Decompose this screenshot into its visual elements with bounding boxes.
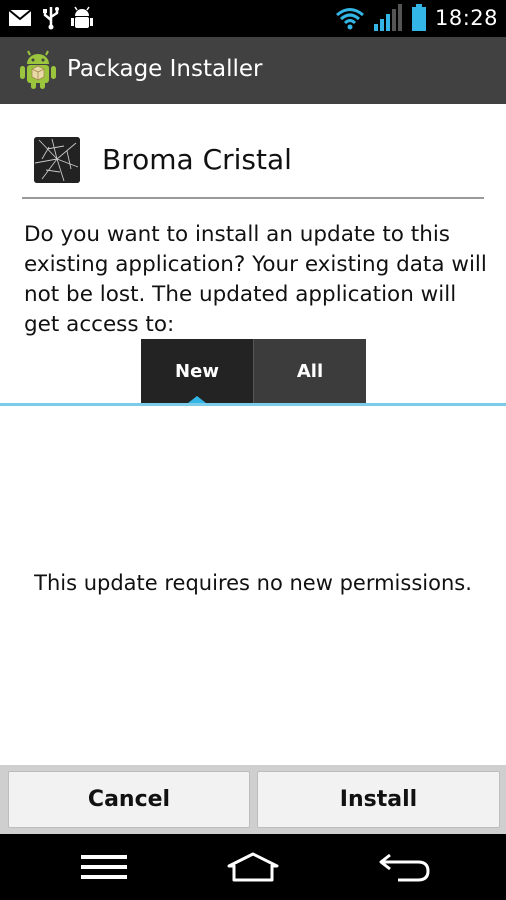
notification-icons bbox=[8, 6, 94, 30]
install-button[interactable]: Install bbox=[257, 771, 500, 828]
action-bar: Package Installer bbox=[0, 37, 506, 104]
tab-selected-indicator bbox=[188, 396, 206, 403]
tab-new[interactable]: New bbox=[141, 339, 253, 403]
tab-all[interactable]: All bbox=[253, 339, 366, 403]
button-bar: Cancel Install bbox=[0, 765, 506, 834]
mail-icon bbox=[8, 9, 32, 26]
tab-new-label: New bbox=[175, 360, 219, 382]
tab-all-label: All bbox=[296, 360, 324, 382]
cracked-glass-icon bbox=[34, 137, 80, 183]
android-debug-icon bbox=[71, 6, 93, 28]
signal-icon bbox=[373, 4, 402, 31]
permissions-tabs: New All bbox=[141, 339, 366, 403]
home-icon[interactable] bbox=[226, 852, 280, 882]
usb-icon bbox=[43, 7, 59, 30]
tab-underline bbox=[0, 403, 506, 406]
permissions-message: This update requires no new permissions. bbox=[34, 571, 472, 595]
cancel-button[interactable]: Cancel bbox=[8, 771, 250, 828]
battery-icon bbox=[411, 4, 426, 31]
menu-icon[interactable] bbox=[81, 852, 127, 882]
system-icons: 18:28 bbox=[335, 4, 498, 32]
app-name: Broma Cristal bbox=[102, 143, 292, 176]
status-bar: 18:28 bbox=[0, 0, 506, 37]
android-package-icon[interactable] bbox=[18, 50, 58, 90]
action-bar-title: Package Installer bbox=[67, 56, 263, 82]
install-update-message: Do you want to install an update to this… bbox=[24, 222, 487, 337]
wifi-icon bbox=[336, 8, 364, 30]
header-divider bbox=[22, 197, 484, 199]
back-icon[interactable] bbox=[378, 852, 432, 882]
clock: 18:28 bbox=[434, 6, 498, 30]
navigation-bar bbox=[0, 834, 506, 900]
